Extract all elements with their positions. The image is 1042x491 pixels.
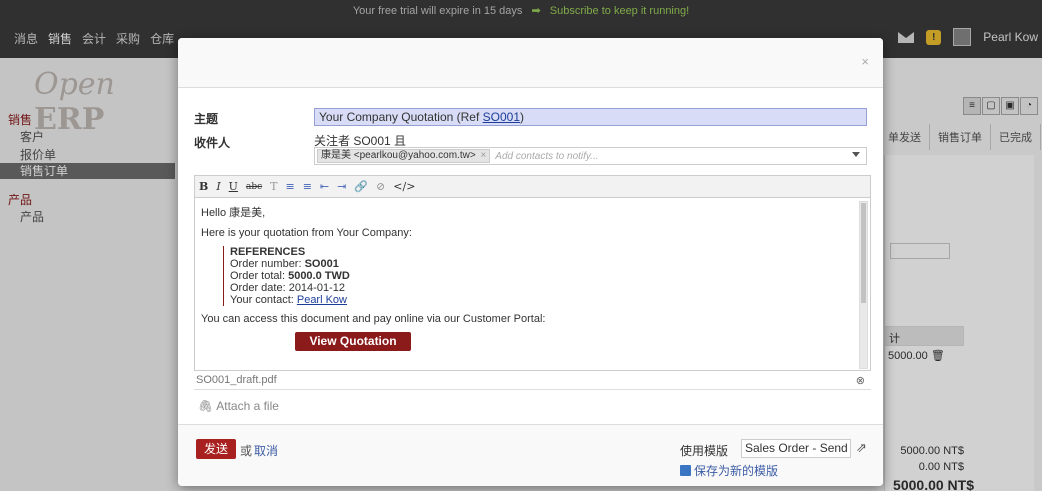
tag-remove-icon[interactable]: × [480, 150, 486, 161]
cancel-button[interactable]: 取消 [254, 442, 278, 459]
editor-toolbar: B I U abc T ≡ ≡ ⇤ ⇥ 🔗 ⊘ </> [195, 176, 870, 198]
chevron-down-icon[interactable] [852, 152, 860, 157]
portal-text: You can access this document and pay onl… [201, 313, 546, 325]
dialog-footer: 发送 或 取消 使用模版 Sales Order - Send by E▾ ⇗ … [178, 424, 883, 486]
italic-icon[interactable]: I [216, 180, 220, 193]
references-heading: REFERENCES [230, 246, 306, 258]
subject-ref-link: SO001 [482, 110, 521, 124]
template-label: 使用模版 [680, 444, 729, 458]
bullet-list-icon[interactable]: ≡ [285, 180, 294, 193]
subject-prefix: Your Company Quotation (Ref [319, 110, 483, 124]
save-template-link[interactable]: 保存为新的模版 [680, 462, 778, 479]
clear-format-icon[interactable]: T [270, 180, 277, 193]
partner-tag: 康是美 <pearlkou@yahoo.com.tw> × [317, 149, 491, 163]
paperclip-icon: 🖇 [198, 399, 214, 413]
order-number-label: Order number: [230, 258, 305, 270]
external-link-icon[interactable]: ⇗ [856, 440, 867, 456]
outdent-icon[interactable]: ⇤ [320, 180, 329, 193]
strikethrough-icon[interactable]: abc [246, 182, 262, 192]
indent-icon[interactable]: ⇥ [337, 180, 346, 193]
compose-email-dialog: × 主题 Your Company Quotation (Ref SO001) … [178, 38, 883, 486]
email-body-editor[interactable]: B I U abc T ≡ ≡ ⇤ ⇥ 🔗 ⊘ </> Hello 康是美, H… [194, 175, 871, 371]
contact-link[interactable]: Pearl Kow [297, 294, 347, 306]
source-icon[interactable]: </> [393, 180, 415, 193]
order-total: 5000.0 TWD [288, 270, 350, 282]
attachment-row: SO001_draft.pdf ⊗ [194, 374, 871, 390]
contact-label: Your contact: [230, 294, 297, 306]
greeting-text: Hello 康是美, [201, 207, 266, 219]
close-icon[interactable]: × [861, 54, 869, 69]
bold-icon[interactable]: B [199, 180, 208, 193]
or-text: 或 [240, 444, 253, 458]
subject-label: 主题 [194, 112, 219, 126]
partner-placeholder: Add contacts to notify... [495, 150, 599, 162]
editor-content[interactable]: Hello 康是美, Here is your quotation from Y… [195, 198, 859, 370]
recipients-label: 收件人 [194, 136, 231, 150]
scrollbar-thumb[interactable] [861, 203, 866, 303]
subject-suffix: ) [520, 110, 525, 124]
attachment-filename[interactable]: SO001_draft.pdf [196, 374, 277, 386]
attach-file-label: Attach a file [216, 399, 279, 413]
editor-scrollbar[interactable] [859, 201, 868, 369]
order-total-label: Order total: [230, 270, 289, 282]
numbered-list-icon[interactable]: ≡ [303, 180, 312, 193]
attach-file-link[interactable]: 🖇 Attach a file [198, 399, 279, 413]
intro-text: Here is your quotation from Your Company… [201, 227, 412, 239]
partner-input[interactable]: 康是美 <pearlkou@yahoo.com.tw> × Add contac… [314, 147, 867, 165]
remove-attachment-icon[interactable]: ⊗ [856, 374, 865, 387]
floppy-icon [680, 465, 691, 476]
view-quotation-button[interactable]: View Quotation [295, 332, 411, 351]
link-icon[interactable]: 🔗 [354, 180, 368, 193]
underline-icon[interactable]: U [229, 180, 238, 193]
unlink-icon[interactable]: ⊘ [376, 180, 385, 193]
template-select[interactable]: Sales Order - Send by E▾ [741, 439, 851, 458]
order-date: Order date: 2014-01-12 [230, 282, 345, 294]
partner-tag-label: 康是美 <pearlkou@yahoo.com.tw> [321, 150, 476, 161]
dialog-header: × [178, 38, 883, 88]
references-block: REFERENCES Order number: SO001 Order tot… [223, 246, 853, 306]
send-button[interactable]: 发送 [196, 439, 237, 459]
save-template-label: 保存为新的模版 [694, 464, 779, 478]
subject-input[interactable]: Your Company Quotation (Ref SO001) [314, 108, 867, 126]
order-number: SO001 [304, 258, 339, 270]
